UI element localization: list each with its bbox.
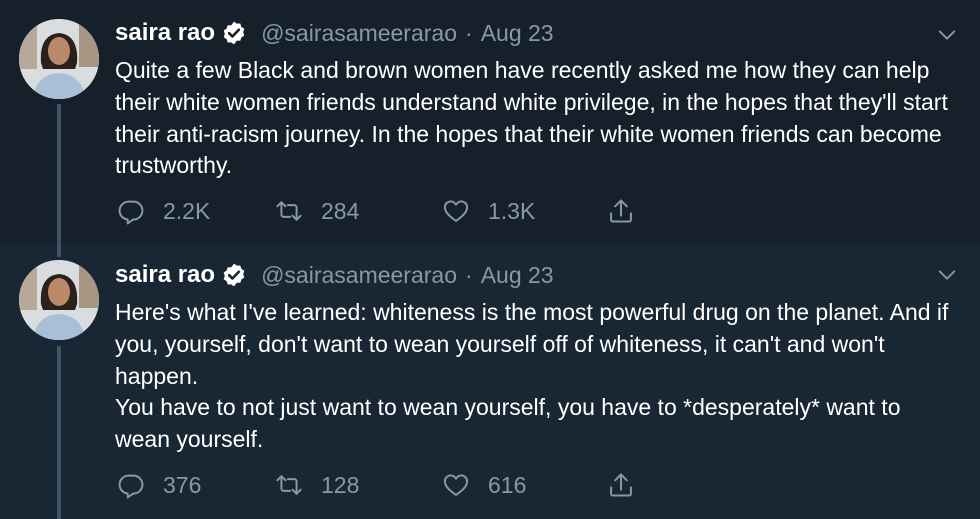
tweet-text: Here's what I've learned: whiteness is t… <box>115 297 955 456</box>
heart-icon <box>443 200 469 222</box>
tweet-date[interactable]: Aug 23 <box>481 20 554 47</box>
reply-count: 2.2K <box>163 197 211 224</box>
tweet[interactable]: saira rao @sairasameerarao · Aug 23 Here… <box>0 243 980 519</box>
reply-count: 376 <box>163 471 202 498</box>
retweet-button[interactable]: 284 <box>275 196 359 226</box>
retweet-count: 284 <box>321 197 360 224</box>
tweet-header: saira rao @sairasameerarao · Aug 23 <box>115 259 554 291</box>
avatar[interactable] <box>19 260 99 340</box>
tweet-date[interactable]: Aug 23 <box>481 262 554 289</box>
tweet-paragraph: Here's what I've learned: whiteness is t… <box>115 299 949 389</box>
like-button[interactable]: 616 <box>442 470 526 500</box>
heart-icon <box>443 474 469 496</box>
thread-line <box>57 346 61 519</box>
retweet-icon <box>276 475 302 495</box>
retweet-count: 128 <box>321 471 360 498</box>
like-count: 616 <box>488 471 527 498</box>
tweet-actions: 376 128 616 <box>115 470 655 500</box>
verified-badge-icon <box>223 21 245 45</box>
thread-line <box>57 104 61 243</box>
reply-icon <box>118 474 144 499</box>
author-handle[interactable]: @sairasameerarao <box>261 20 457 47</box>
chevron-down-icon[interactable] <box>936 264 958 286</box>
author-handle[interactable]: @sairasameerarao <box>261 262 457 289</box>
separator: · <box>465 19 473 46</box>
chevron-down-icon[interactable] <box>936 24 958 46</box>
verified-badge-icon <box>223 263 245 287</box>
share-button[interactable] <box>607 470 635 500</box>
like-button[interactable]: 1.3K <box>442 196 535 226</box>
retweet-icon <box>276 201 302 221</box>
reply-button[interactable]: 376 <box>117 470 201 500</box>
thread-line <box>57 243 61 257</box>
retweet-button[interactable]: 128 <box>275 470 359 500</box>
author-name[interactable]: saira rao <box>115 19 215 47</box>
reply-icon <box>118 200 144 225</box>
tweet-text: Quite a few Black and brown women have r… <box>115 55 955 182</box>
like-count: 1.3K <box>488 197 536 224</box>
tweet-actions: 2.2K 284 1.3K <box>115 196 655 226</box>
tweet-paragraph: Quite a few Black and brown women have r… <box>115 57 948 179</box>
reply-button[interactable]: 2.2K <box>117 196 210 226</box>
share-button[interactable] <box>607 196 635 226</box>
separator: · <box>465 261 473 288</box>
share-icon <box>610 199 632 223</box>
tweet-header: saira rao @sairasameerarao · Aug 23 <box>115 17 554 49</box>
tweet-paragraph: You have to not just want to wean yourse… <box>115 394 901 453</box>
author-name[interactable]: saira rao <box>115 261 215 289</box>
avatar[interactable] <box>19 19 99 99</box>
share-icon <box>610 473 632 497</box>
tweet[interactable]: saira rao @sairasameerarao · Aug 23 Quit… <box>0 0 980 243</box>
